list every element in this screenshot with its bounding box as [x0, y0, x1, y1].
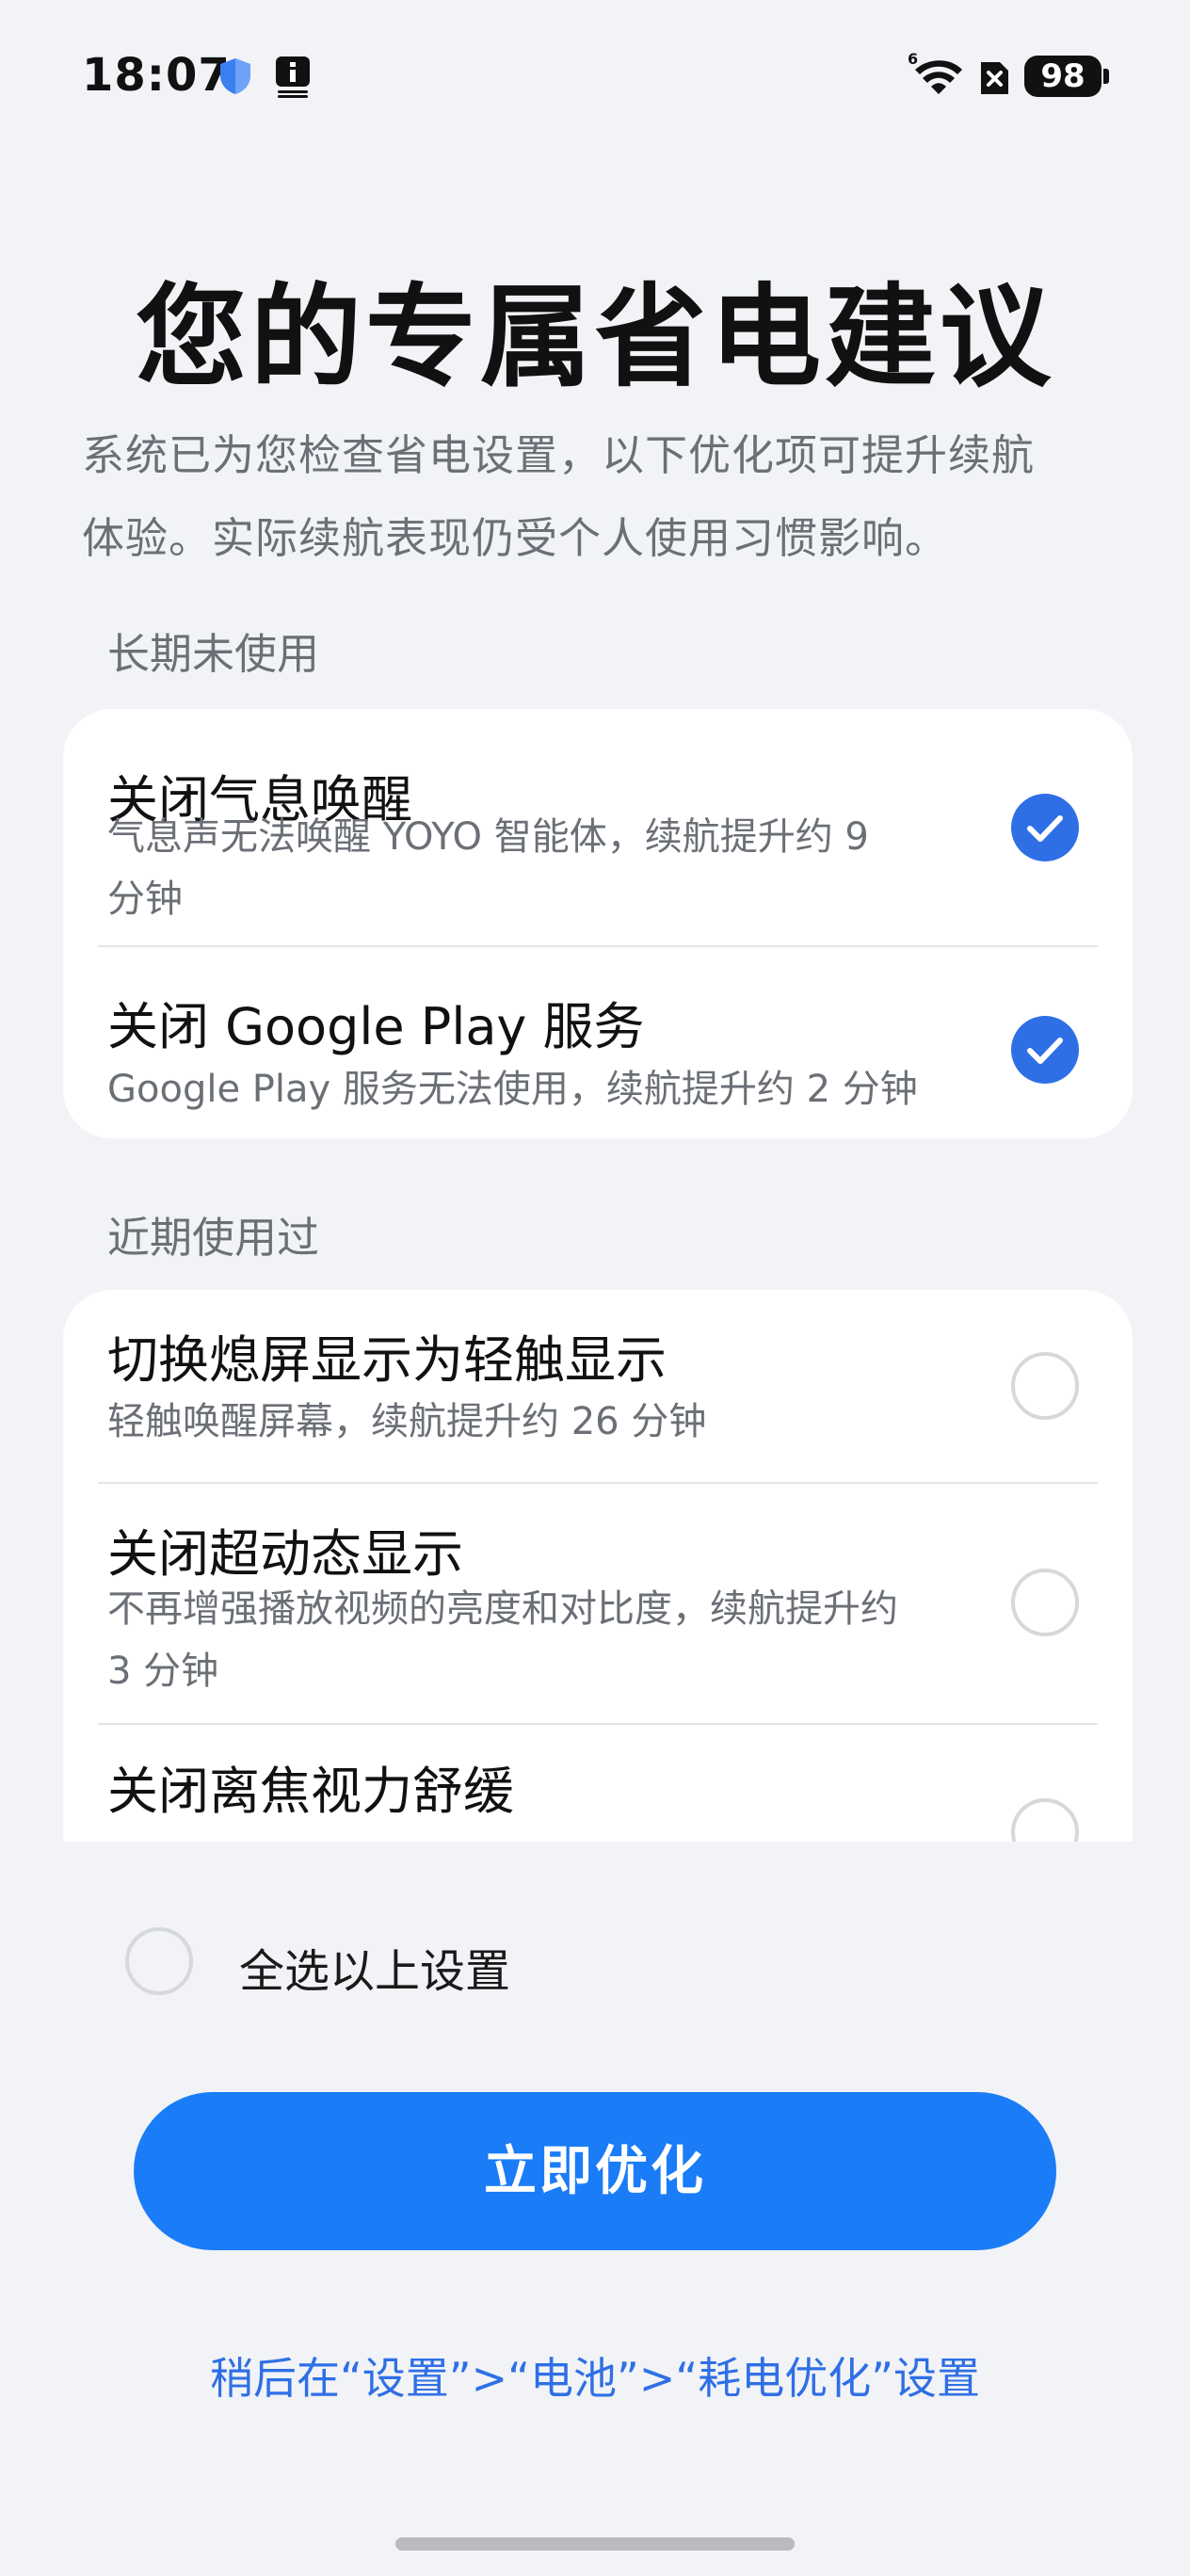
item-title: 关闭超动态显示 [107, 1524, 463, 1584]
checkbox-breath-wake[interactable] [1011, 794, 1079, 861]
network-badge: 6 [908, 51, 918, 68]
checkbox-google-play[interactable] [1011, 1016, 1079, 1084]
checkmark-icon [1027, 815, 1063, 842]
wifi-icon: 6 [908, 51, 962, 94]
list-item-super-dynamic[interactable]: 关闭超动态显示 不再增强播放视频的亮度和对比度，续航提升约 3 分钟 [63, 1484, 1133, 1722]
page-description: 系统已为您检查省电设置，以下优化项可提升续航 体验。实际续航表现仍受个人使用习惯… [82, 414, 1118, 580]
checkbox-defocus-eye[interactable] [1011, 1798, 1079, 1842]
select-all-label[interactable]: 全选以上设置 [239, 1934, 510, 2000]
list-item-defocus-eye[interactable]: 关闭离焦视力舒缓 [63, 1725, 1133, 1842]
item-title: 关闭 Google Play 服务 [107, 997, 645, 1056]
checkbox-tap-display[interactable] [1011, 1352, 1079, 1420]
description-line-2: 体验。实际续航表现仍受个人使用习惯影响。 [82, 513, 949, 563]
status-bar: 18:07 6 98 [0, 0, 1190, 151]
item-subtitle: Google Play 服务无法使用，续航提升约 2 分钟 [107, 1068, 918, 1111]
description-line-1: 系统已为您检查省电设置，以下优化项可提升续航 [82, 430, 1036, 480]
item-subtitle: 气息声无法唤醒 YOYO 智能体，续航提升约 9 分钟 [107, 815, 869, 921]
item-subtitle: 轻触唤醒屏幕，续航提升约 26 分钟 [107, 1400, 707, 1443]
long-unused-card: 关闭气息唤醒 气息声无法唤醒 YOYO 智能体，续航提升约 9 分钟 关闭 Go… [63, 709, 1133, 1138]
home-indicator[interactable] [395, 2537, 795, 2551]
battery-level: 98 [1024, 56, 1102, 97]
list-item-google-play[interactable]: 关闭 Google Play 服务 Google Play 服务无法使用，续航提… [63, 947, 1133, 1138]
battery-icon: 98 [1024, 56, 1109, 97]
settings-later-link[interactable]: 稍后在“设置”>“电池”>“耗电优化”设置 [0, 2344, 1190, 2407]
select-all-checkbox[interactable] [125, 1927, 193, 1995]
optimize-now-button[interactable]: 立即优化 [134, 2092, 1056, 2250]
page-title: 您的专属省电建议 [135, 272, 1054, 402]
shield-icon [220, 58, 250, 94]
item-title: 关闭离焦视力舒缓 [107, 1762, 514, 1821]
item-subtitle: 不再增强播放视频的亮度和对比度，续航提升约 3 分钟 [107, 1587, 898, 1693]
list-item-tap-display[interactable]: 切换熄屏显示为轻触显示 轻触唤醒屏幕，续航提升约 26 分钟 [63, 1290, 1133, 1483]
checkbox-super-dynamic[interactable] [1011, 1569, 1079, 1636]
sim-off-icon [981, 62, 1008, 94]
notification-icon [276, 56, 310, 98]
item-title: 切换熄屏显示为轻触显示 [107, 1330, 667, 1390]
section-label-recent-used: 近期使用过 [107, 1213, 320, 1263]
checkmark-icon [1027, 1038, 1063, 1064]
list-item-breath-wake[interactable]: 关闭气息唤醒 气息声无法唤醒 YOYO 智能体，续航提升约 9 分钟 [63, 709, 1133, 946]
recent-used-card: 切换熄屏显示为轻触显示 轻触唤醒屏幕，续航提升约 26 分钟 关闭超动态显示 不… [63, 1290, 1133, 1842]
status-time: 18:07 [82, 49, 231, 102]
section-label-long-unused: 长期未使用 [107, 629, 320, 679]
